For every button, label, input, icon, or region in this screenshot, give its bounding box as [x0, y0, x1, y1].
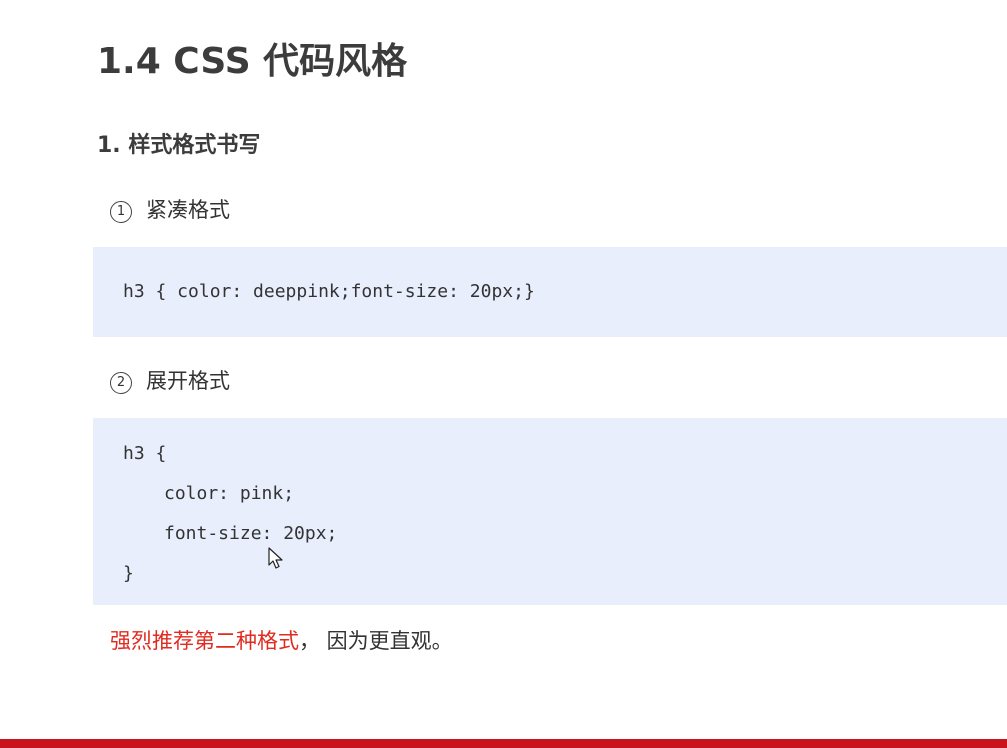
code-line: h3 { color: deeppink;font-size: 20px;}: [123, 281, 535, 302]
footer-bar: [0, 739, 1007, 748]
expanded-format-label: 2 展开格式: [110, 367, 230, 395]
compact-format-text: 紧凑格式: [146, 198, 230, 222]
expanded-format-text: 展开格式: [146, 369, 230, 393]
recommendation-note: 强烈推荐第二种格式， 因为更直观。: [110, 627, 453, 655]
recommendation-reason: ， 因为更直观。: [299, 629, 453, 653]
page-title: 1.4 CSS 代码风格: [97, 41, 408, 82]
section-heading: 1. 样式格式书写: [97, 133, 261, 158]
circled-number-2: 2: [110, 372, 132, 394]
mouse-pointer-icon: [268, 547, 283, 569]
code-line: color: pink;: [164, 483, 295, 504]
expanded-code-block: h3 { color: pink; font-size: 20px; }: [93, 418, 1007, 605]
code-line: }: [123, 563, 134, 584]
code-line: h3 {: [123, 443, 167, 464]
compact-format-label: 1 紧凑格式: [110, 196, 230, 224]
circled-number-1: 1: [110, 201, 132, 223]
compact-code-block: h3 { color: deeppink;font-size: 20px;}: [93, 247, 1007, 337]
code-line: font-size: 20px;: [164, 523, 338, 544]
recommendation-highlight: 强烈推荐第二种格式: [110, 629, 299, 653]
